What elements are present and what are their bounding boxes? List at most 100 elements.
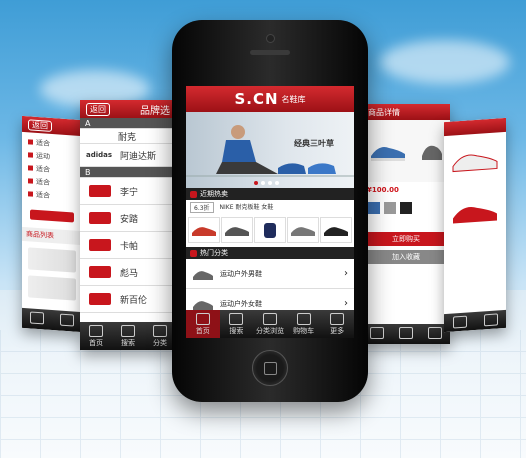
home-icon [369, 327, 384, 339]
page-title: 商品详情 [362, 104, 450, 120]
brand-name: 阿迪达斯 [120, 151, 157, 162]
line-text: 适合 [36, 177, 50, 187]
swatch[interactable] [400, 202, 412, 214]
category-label: 运动户外男鞋 [220, 269, 262, 278]
product-thumb[interactable] [221, 217, 254, 243]
tab-search[interactable]: 搜索 [220, 310, 254, 338]
category-label: 运动户外女鞋 [220, 299, 262, 308]
swatch[interactable] [384, 202, 396, 214]
grid-icon [190, 249, 197, 257]
brand-name: 彪马 [120, 268, 139, 279]
tab-cart[interactable]: 购物车 [287, 310, 321, 338]
more-icon [330, 313, 345, 325]
anta-logo-icon [89, 212, 111, 224]
brand-subtitle: 名鞋库 [281, 94, 306, 104]
section-title: 近期热卖 [200, 190, 228, 198]
tab-category[interactable]: 分类浏览 [253, 310, 287, 338]
far-left-lines: 适合 运动 适合 适合 适合 [22, 132, 82, 209]
detail-tabbar [362, 324, 450, 344]
cart-icon [296, 313, 311, 325]
tab-label: 搜索 [229, 327, 244, 335]
brand-item[interactable]: 李宁 [80, 178, 176, 205]
tab-discount[interactable]: 6.3折 [190, 202, 214, 213]
speaker-grille [250, 50, 290, 55]
product-thumb[interactable] [286, 217, 319, 243]
brand-item[interactable]: adidas 阿迪达斯 [80, 144, 176, 167]
home-icon [452, 315, 467, 329]
product-info: ¥100.00 [362, 182, 450, 198]
phone-screen: S.CN 名鞋库 经典三叶草 近期热卖 6.3折 NIKE 耐克板鞋 女鞋 热门… [186, 86, 354, 338]
tab-label: 搜索 [121, 339, 135, 347]
line-text: 适合 [36, 190, 50, 200]
main-tabbar: 首页 搜索 分类浏览 购物车 更多 [186, 310, 354, 338]
tab-home[interactable]: 首页 [80, 322, 112, 350]
back-button[interactable]: 返回 [86, 102, 110, 116]
red-button[interactable] [30, 209, 74, 223]
shoe-image [420, 140, 444, 162]
fire-icon [190, 190, 197, 198]
buy-button[interactable]: 立即购买 [368, 232, 444, 246]
more-icon [483, 313, 498, 327]
brand-item[interactable]: 安踏 [80, 205, 176, 232]
home-button[interactable] [252, 350, 288, 386]
line-text: 适合 [36, 164, 50, 174]
shoe-image[interactable] [444, 184, 506, 240]
camera-icon [266, 34, 275, 43]
product-detail-screen: 商品详情 ¥100.00 立即购买 加入收藏 [362, 104, 450, 344]
product-list-screen [444, 117, 506, 333]
brand-name: 耐克 [118, 132, 137, 143]
tab-search[interactable] [52, 310, 82, 332]
line-text: 适合 [36, 138, 50, 148]
product-thumb[interactable] [188, 217, 221, 243]
banner-caption: 经典三叶草 [294, 139, 334, 148]
favorite-button[interactable]: 加入收藏 [368, 250, 444, 264]
tab-label: 首页 [195, 327, 210, 335]
chevron-right-icon: › [344, 268, 348, 279]
shoe-icon [193, 300, 213, 310]
more-icon [428, 327, 443, 339]
product-thumb[interactable] [319, 217, 352, 243]
brand-list-screen: 返回 品牌选 A 耐克 adidas 阿迪达斯 B 李宁 安踏 卡帕 彪马 新百… [80, 100, 176, 350]
shoe-image [369, 140, 407, 162]
color-swatches [362, 198, 450, 218]
promo-banner[interactable]: 经典三叶草 [186, 112, 354, 188]
grid-icon [262, 313, 277, 325]
far-left-tabbar [22, 307, 82, 333]
tab-label: 更多 [330, 327, 345, 335]
banner-image [186, 125, 354, 177]
brand-item[interactable]: 卡帕 [80, 232, 176, 259]
brand-name: 新百伦 [120, 295, 148, 306]
brand-name: 安踏 [120, 214, 139, 225]
line-text: 运动 [36, 151, 50, 161]
tab-search[interactable]: 搜索 [112, 322, 144, 350]
swatch[interactable] [368, 202, 380, 214]
section-category: 热门分类 [186, 247, 354, 259]
shoe-image[interactable] [444, 132, 506, 188]
tab-label: 购物车 [293, 327, 315, 335]
tab-more[interactable]: 更多 [320, 310, 354, 338]
product-thumb[interactable] [253, 217, 286, 243]
tab-cart[interactable] [391, 324, 420, 344]
brand-logo: S.CN [234, 90, 279, 108]
page-title: 品牌选 [140, 105, 170, 117]
category-item[interactable]: 运动户外男鞋 › [186, 259, 354, 289]
brand-item[interactable]: 耐克 [80, 129, 176, 144]
product-thumb[interactable] [28, 275, 76, 301]
puma-logo-icon [89, 266, 111, 278]
brand-item[interactable]: 新百伦 [80, 286, 176, 313]
shoe-icon [193, 270, 213, 280]
tab-home[interactable] [22, 308, 52, 330]
product-image [362, 120, 450, 182]
tab-more[interactable] [475, 310, 506, 330]
product-thumb[interactable] [28, 247, 76, 273]
back-button[interactable]: 返回 [28, 119, 52, 132]
brand-name: 李宁 [120, 187, 139, 198]
tab-nike[interactable]: NIKE 耐克板鞋 女鞋 [220, 202, 274, 213]
far-left-screen: 返回 适合 运动 适合 适合 适合 商品列表 [22, 115, 82, 333]
cart-icon [398, 327, 413, 339]
iphone: S.CN 名鞋库 经典三叶草 近期热卖 6.3折 NIKE 耐克板鞋 女鞋 热门… [172, 20, 368, 402]
tab-home[interactable]: 首页 [186, 310, 220, 338]
tab-label: 分类 [153, 339, 167, 347]
brand-item[interactable]: 彪马 [80, 259, 176, 286]
tab-home[interactable] [444, 312, 475, 332]
